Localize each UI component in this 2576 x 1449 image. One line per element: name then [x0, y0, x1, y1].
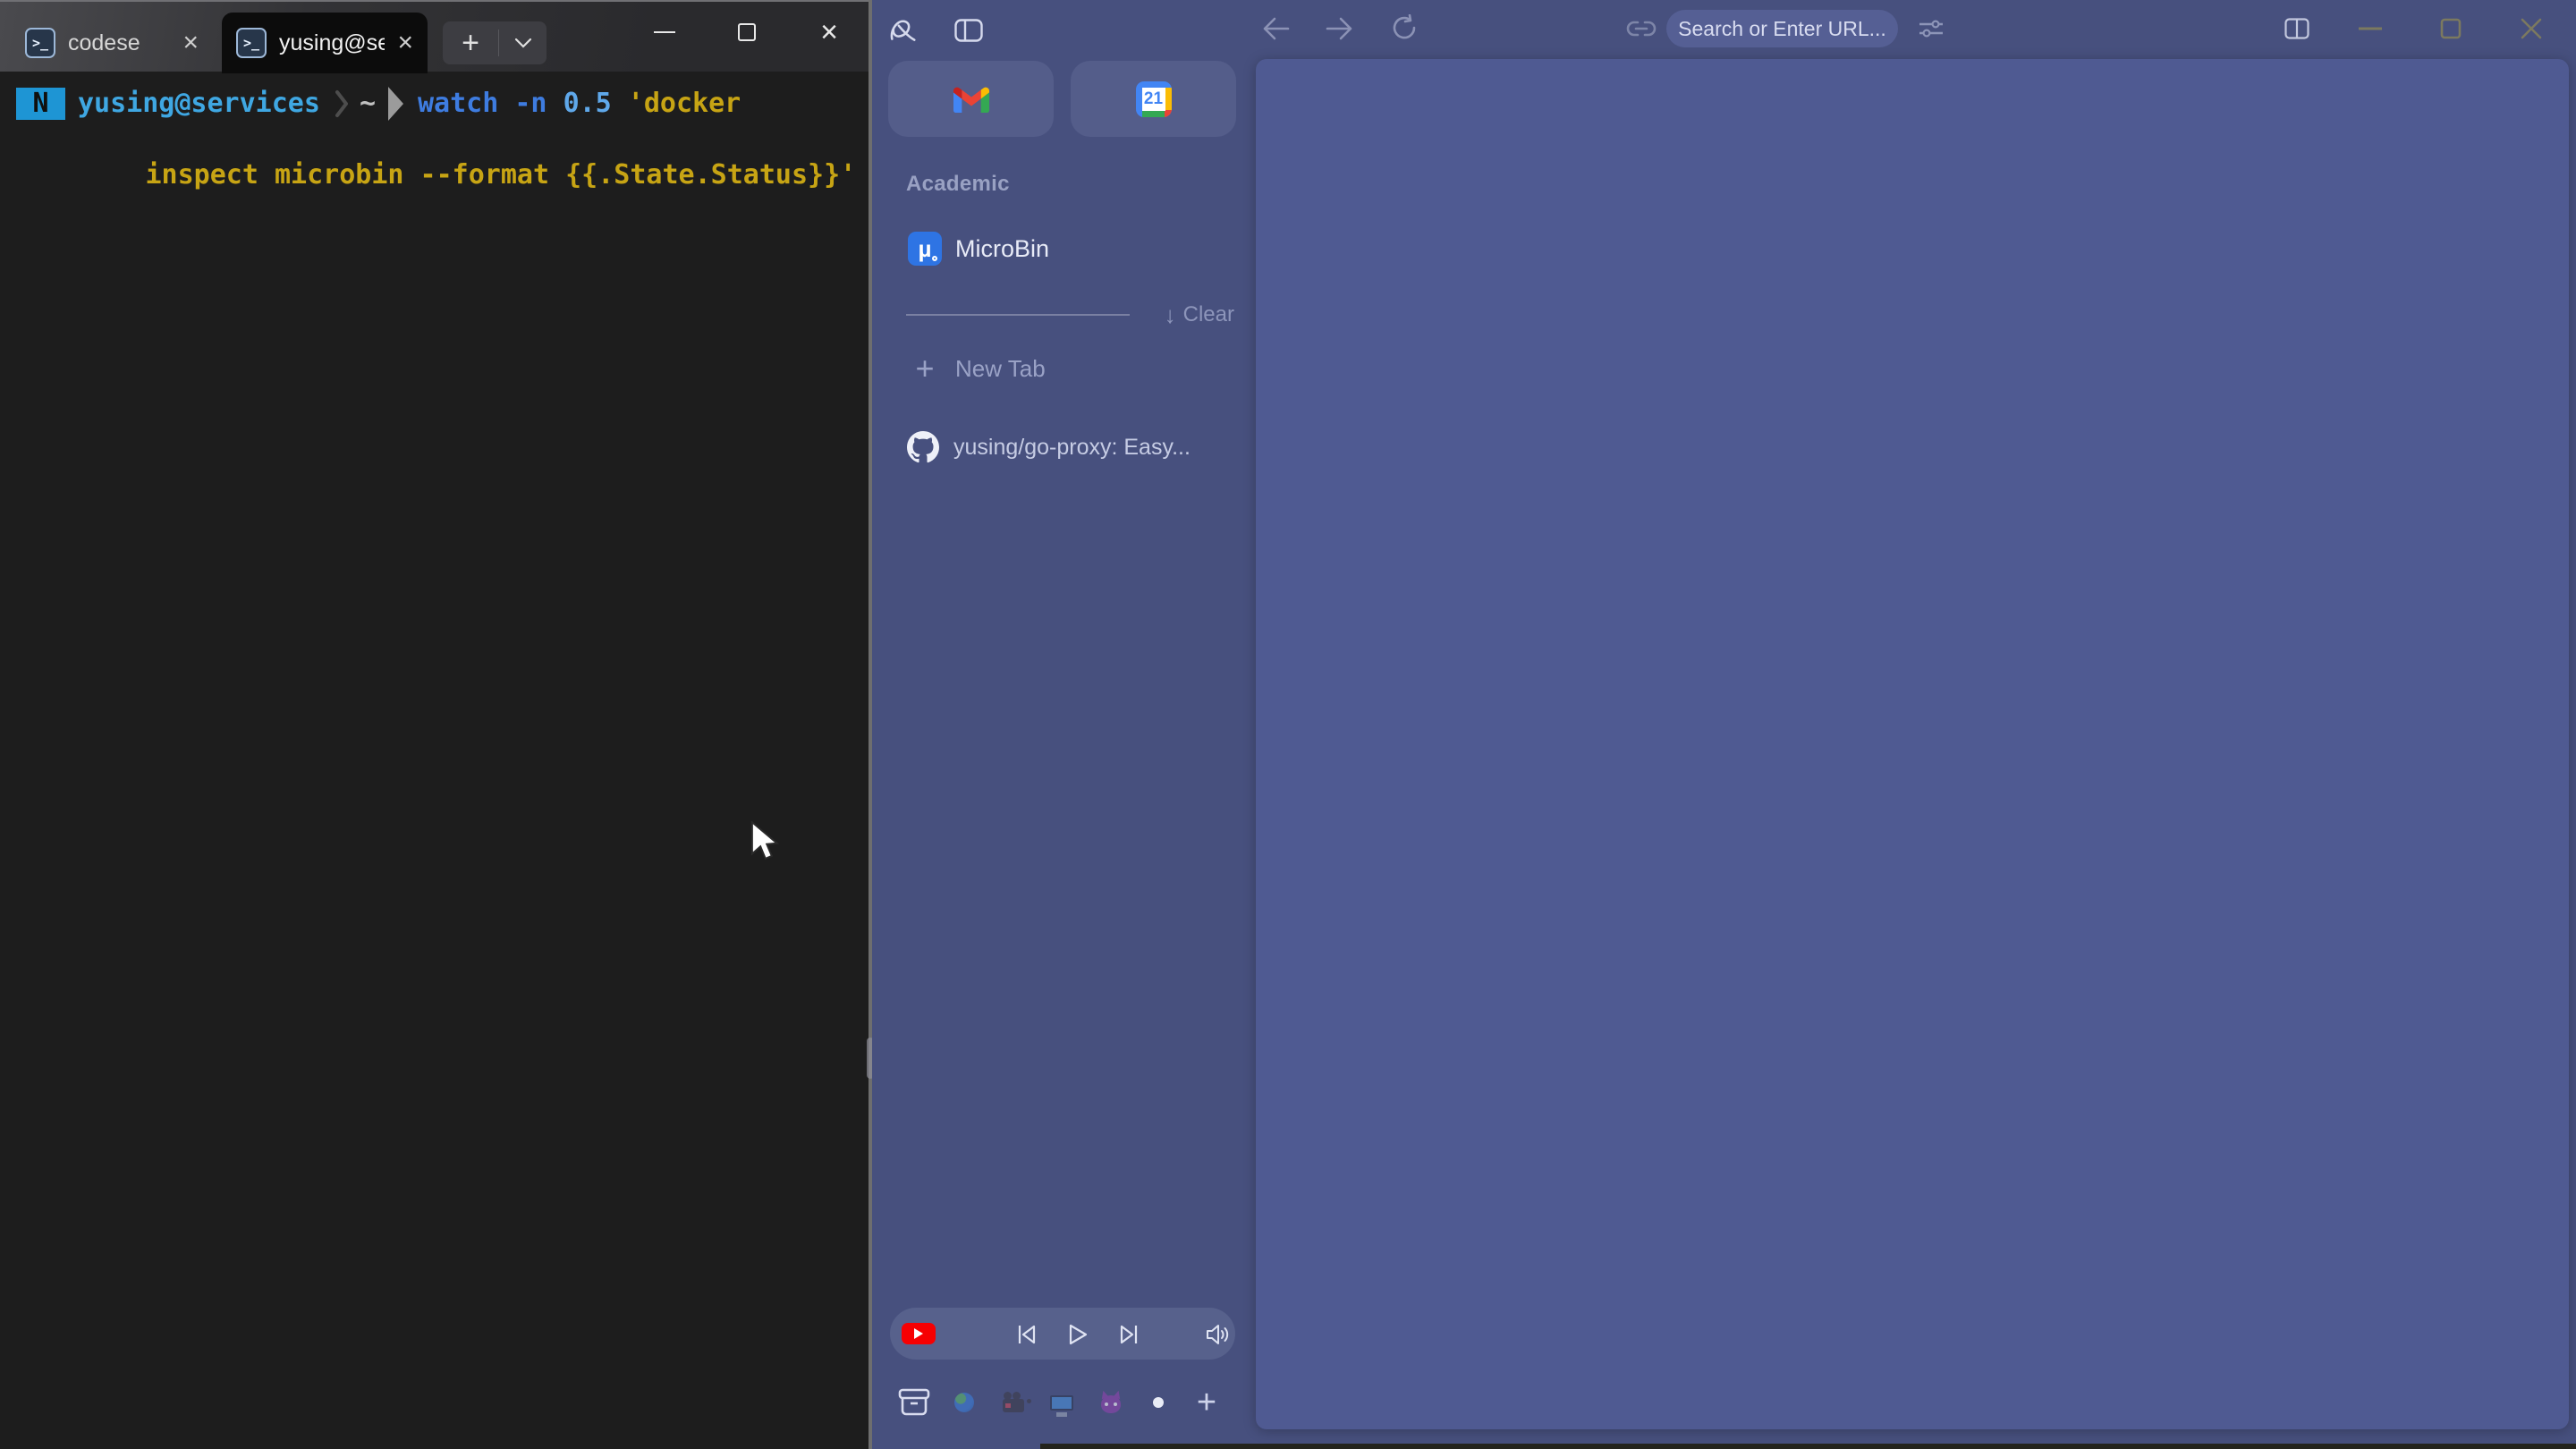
back-icon[interactable] [1258, 11, 1294, 47]
close-button[interactable] [2511, 12, 2552, 46]
new-tab-plus-icon[interactable]: + [443, 26, 498, 61]
prompt-os-badge: N [16, 88, 65, 120]
devil-workspace-icon[interactable] [1093, 1385, 1129, 1420]
forward-icon[interactable] [1321, 11, 1357, 47]
essential-google-calendar[interactable]: 21 [1071, 61, 1236, 137]
command-string: 'docker [612, 86, 741, 122]
workspace-label[interactable]: Academic [906, 172, 1010, 197]
clear-tabs-button[interactable]: ↓ Clear [1165, 301, 1234, 329]
youtube-icon[interactable] [902, 1323, 936, 1344]
volume-icon[interactable] [1203, 1319, 1233, 1350]
maximize-button[interactable] [2430, 12, 2471, 46]
command-string-line2: inspect microbin --format {{.State.Statu… [146, 159, 857, 191]
url-input[interactable] [1666, 17, 1898, 41]
desktop: >_ codese × >_ yusing@services × + × [0, 0, 2576, 1449]
content-area [1256, 59, 2569, 1429]
desktop-workspace-icon[interactable] [1044, 1385, 1080, 1420]
terminal-tab-title: yusing@services [279, 30, 385, 56]
terminal-output[interactable]: N yusing@services ~ watch -n 0.5 'docker… [0, 72, 870, 1449]
command-value: 0.5 [564, 86, 612, 122]
prompt-path: ~ [360, 86, 376, 122]
plus-icon: + [908, 350, 942, 387]
sliders-icon[interactable] [1911, 12, 1951, 46]
new-workspace-plus-icon[interactable]: + [1189, 1385, 1224, 1420]
tab-actions: + [443, 21, 547, 64]
divider [906, 314, 1130, 316]
archive-workspace-icon[interactable] [896, 1385, 932, 1420]
zen-logo-icon[interactable] [885, 13, 920, 48]
link-icon[interactable] [1623, 12, 1659, 46]
terminal-tab-yusing[interactable]: >_ yusing@services × [222, 13, 428, 73]
tab-close-icon[interactable]: × [388, 30, 413, 56]
essential-gmail[interactable] [888, 61, 1054, 137]
tab-close-icon[interactable]: × [174, 30, 199, 56]
movie-camera-workspace-icon[interactable] [996, 1385, 1031, 1420]
media-controls [890, 1308, 1235, 1360]
tabs-clear-row: ↓ Clear [906, 304, 1234, 326]
mouse-cursor [748, 821, 784, 864]
github-icon [907, 431, 939, 463]
tab-title: MicroBin [955, 235, 1049, 263]
reload-icon[interactable] [1386, 10, 1422, 46]
minimize-button[interactable] [623, 4, 706, 61]
calendar-date: 21 [1142, 88, 1165, 111]
new-tab-button[interactable]: + New Tab [890, 343, 1237, 394]
terminal-tab-title: codese [68, 30, 140, 56]
taskbar-edge [1040, 1444, 2576, 1449]
tab-title: yusing/go-proxy: Easy... [953, 435, 1191, 461]
globe-workspace-icon[interactable] [946, 1385, 982, 1420]
previous-track-icon[interactable] [1012, 1319, 1042, 1350]
maximize-button[interactable] [706, 4, 788, 61]
terminal-titlebar[interactable]: >_ codese × >_ yusing@services × + × [0, 0, 870, 72]
microbin-favicon: µ [908, 232, 942, 266]
command-keyword: watch -n [418, 86, 564, 122]
next-track-icon[interactable] [1114, 1319, 1144, 1350]
chevron-down-icon[interactable] [499, 38, 547, 48]
url-bar[interactable] [1666, 10, 1898, 47]
clear-label: Clear [1183, 302, 1234, 327]
dot-workspace-icon[interactable] [1140, 1385, 1176, 1420]
close-button[interactable]: × [788, 4, 870, 61]
google-calendar-icon: 21 [1136, 81, 1172, 117]
sidebar-toggle-icon[interactable] [951, 13, 987, 47]
terminal-window-controls: × [623, 4, 870, 61]
prompt-user-host: yusing@services [78, 86, 320, 122]
sidebar-tab-goproxy[interactable]: yusing/go-proxy: Easy... [890, 422, 1237, 472]
sidebar-tab-microbin[interactable]: µ MicroBin [890, 224, 1237, 274]
prompt-chevron-icon [335, 89, 349, 118]
terminal-window: >_ codese × >_ yusing@services × + × [0, 0, 870, 1449]
play-icon[interactable] [1063, 1319, 1093, 1350]
browser-window: 21 Academic µ MicroBin ↓ Clear + New Tab [872, 0, 2576, 1449]
powershell-icon: >_ [236, 28, 267, 58]
arrow-down-icon: ↓ [1165, 301, 1176, 329]
powershell-icon: >_ [25, 28, 55, 58]
gmail-icon [953, 85, 989, 114]
powerline-arrow-icon [388, 87, 403, 121]
terminal-tab-codese[interactable]: >_ codese × [11, 13, 213, 73]
split-view-icon[interactable] [2278, 12, 2316, 46]
minimize-button[interactable] [2350, 12, 2391, 46]
new-tab-label: New Tab [955, 355, 1046, 383]
